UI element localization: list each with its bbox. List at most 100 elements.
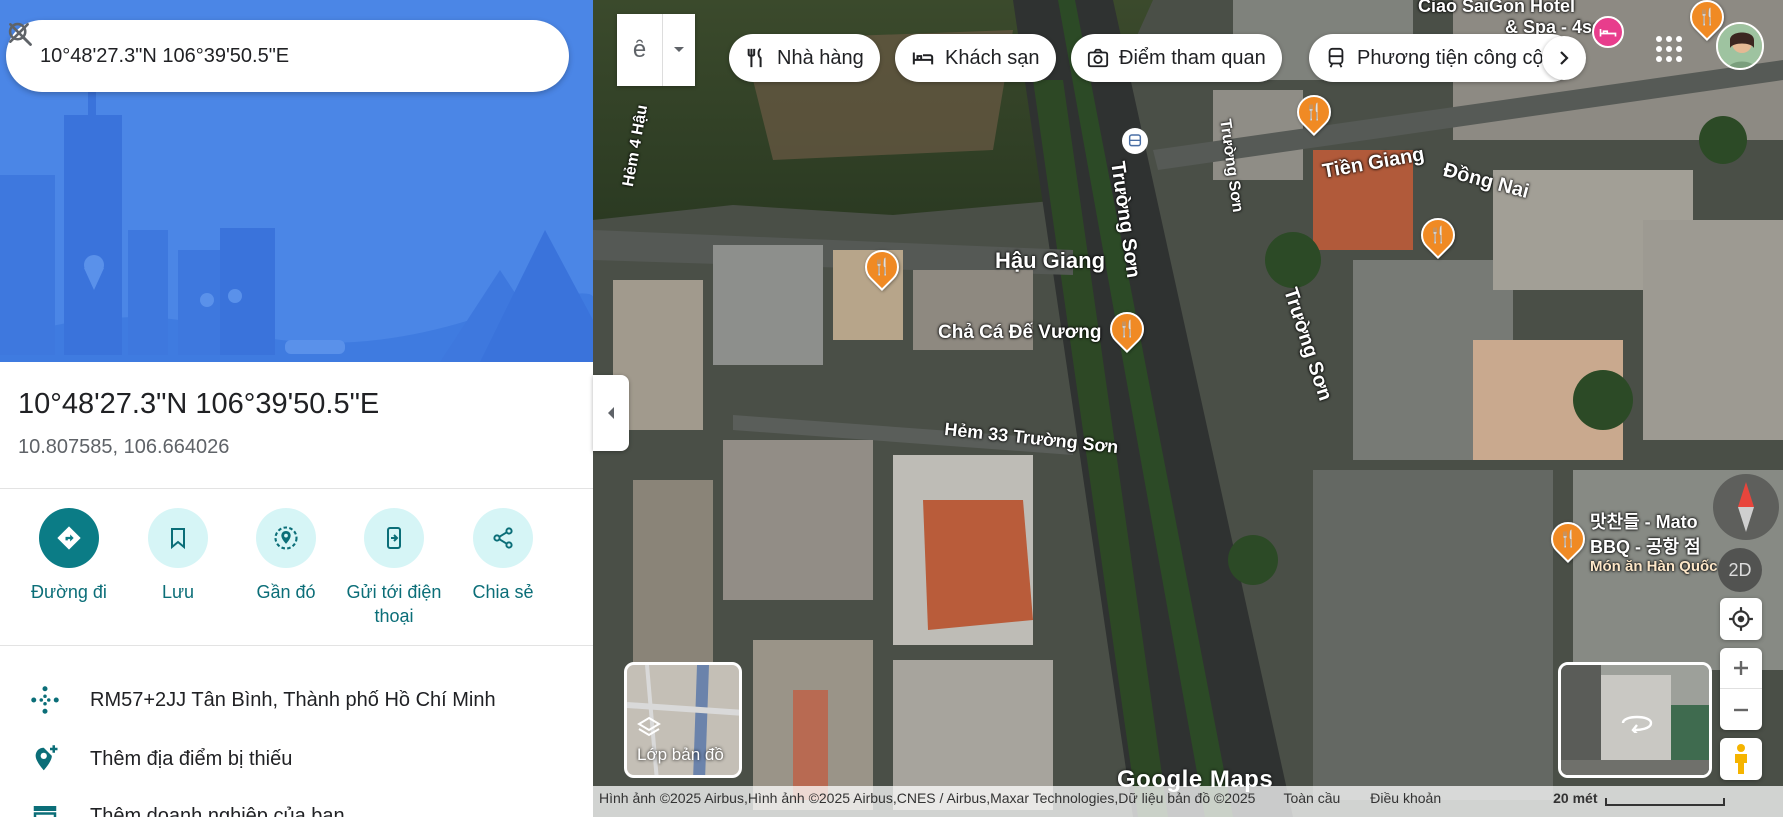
chip-restaurants[interactable]: Nhà hàng [729, 34, 880, 82]
chip-transit[interactable]: Phương tiện công cộng [1309, 34, 1575, 82]
scale-label[interactable]: 20 mét [1553, 790, 1597, 806]
fork-knife-icon: 🍴 [1558, 531, 1578, 549]
chevron-right-icon [1560, 51, 1569, 65]
tilt-toggle[interactable]: ȇ [617, 14, 695, 86]
fork-knife-icon: 🍴 [1117, 321, 1137, 339]
place-label-cha-ca: Chả Cá Đế Vương [938, 322, 1102, 343]
plus-icon [1734, 661, 1748, 675]
add-place-icon [35, 745, 58, 771]
street-label-hau-giang: Hậu Giang [995, 248, 1106, 273]
directions-icon [57, 526, 81, 550]
fork-knife-icon: 🍴 [1304, 104, 1324, 122]
my-location-button[interactable] [1720, 598, 1762, 640]
chip-hotels[interactable]: Khách sạn [895, 34, 1056, 82]
zoom-in-button[interactable] [1720, 648, 1762, 689]
chevron-left-icon [608, 407, 614, 419]
compass-button[interactable] [1713, 474, 1779, 540]
share-circle [473, 508, 533, 568]
save-circle [148, 508, 208, 568]
send-to-phone-button[interactable]: Gửi tới điện thoại [339, 508, 449, 628]
nearby-button[interactable]: Gần đó [231, 508, 341, 604]
pegman-icon [1735, 744, 1747, 774]
fork-knife-icon: 🍴 [1697, 9, 1717, 27]
my-location-icon [1729, 607, 1753, 631]
hero-illustration: 10°48'27.3"N 106°39'50.5"E [0, 0, 593, 362]
nearby-circle [256, 508, 316, 568]
search-button[interactable] [8, 22, 501, 84]
attribution-text: Hình ảnh ©2025 Airbus,Hình ảnh ©2025 Air… [599, 790, 1256, 806]
plus-code-text: RM57+2JJ Tân Bình, Thành phố Hồ Chí Minh [90, 688, 496, 711]
hotel-pin[interactable] [1592, 16, 1624, 48]
attribution-bar: Hình ảnh ©2025 Airbus,Hình ảnh ©2025 Air… [593, 786, 1783, 817]
place-coordinates: 10.807585, 106.664026 [18, 436, 230, 458]
chip-restaurants-label: Nhà hàng [777, 46, 864, 69]
search-input[interactable]: 10°48'27.3"N 106°39'50.5"E [6, 45, 445, 68]
collapse-panel-button[interactable] [593, 375, 629, 451]
divider [0, 645, 593, 646]
terms-link[interactable]: Điều khoản [1370, 790, 1441, 806]
share-label: Chia sẻ [472, 582, 534, 602]
fork-knife-icon: 🍴 [1428, 227, 1448, 245]
add-business-text: Thêm doanh nghiệp của bạn [90, 804, 345, 817]
tilt-dropdown[interactable] [663, 14, 695, 86]
caret-down-icon [674, 47, 684, 52]
directions-circle [39, 508, 99, 568]
global-link[interactable]: Toàn cầu [1283, 790, 1340, 806]
directions-label: Đường đi [31, 582, 107, 602]
share-button[interactable]: Chia sẻ [448, 508, 558, 604]
tilt-icon[interactable]: ȇ [617, 14, 663, 86]
chip-attractions[interactable]: Điểm tham quan [1071, 34, 1282, 82]
restaurant-icon [745, 47, 767, 69]
plus-code-row[interactable]: RM57+2JJ Tân Bình, Thành phố Hồ Chí Minh [0, 672, 593, 728]
nearby-label: Gần đó [256, 582, 316, 602]
camera-icon [1087, 47, 1109, 69]
zoom-out-button[interactable] [1720, 689, 1762, 730]
add-missing-place-text: Thêm địa điểm bị thiếu [90, 747, 293, 770]
place-label-hotel: Ciao SaiGon Hotel [1418, 0, 1576, 16]
add-place-icon-wrap [0, 744, 90, 774]
plus-code-icon [31, 686, 59, 714]
chip-hotels-label: Khách sạn [945, 46, 1040, 69]
add-business-row[interactable]: Thêm doanh nghiệp của bạn [0, 788, 593, 817]
divider [0, 488, 593, 489]
zoom-controls [1720, 648, 1762, 730]
send-to-phone-icon [387, 527, 401, 549]
2d-toggle-button[interactable]: 2D [1718, 548, 1762, 592]
rotate-360-icon [1621, 715, 1653, 733]
directions-button[interactable]: Đường đi [14, 508, 124, 604]
send-label: Gửi tới điện thoại [346, 582, 442, 626]
place-label-bbq-2: BBQ - 공항 점 [1590, 537, 1701, 557]
share-icon [493, 527, 513, 549]
close-icon [9, 23, 29, 43]
bed-icon [1599, 29, 1617, 37]
street-view-pegman[interactable] [1720, 738, 1762, 780]
account-avatar[interactable] [1716, 22, 1764, 70]
close-search-button[interactable] [9, 23, 557, 84]
place-panel: 10°48'27.3"N 106°39'50.5"E 10°48'27.3"N … [0, 0, 593, 817]
save-label: Lưu [161, 582, 195, 602]
layers-button[interactable]: Lớp bản đồ [624, 662, 742, 778]
scale-bar [1605, 798, 1726, 806]
place-label-bbq: 맛찬들 - Mato [1590, 512, 1698, 532]
hotel-icon [911, 47, 935, 69]
apps-grid-icon[interactable] [1654, 34, 1684, 64]
business-icon-wrap [0, 801, 90, 817]
minus-icon [1734, 708, 1748, 711]
bus-icon [1128, 134, 1142, 147]
street-view-thumbnail[interactable] [1558, 662, 1712, 778]
nearby-icon [274, 526, 298, 550]
bookmark-icon [171, 528, 185, 550]
layers-label: Lớp bản đồ [637, 745, 724, 764]
plus-code-icon-wrap [0, 685, 90, 715]
search-box[interactable]: 10°48'27.3"N 106°39'50.5"E [6, 20, 569, 92]
save-button[interactable]: Lưu [123, 508, 233, 604]
add-missing-place-row[interactable]: Thêm địa điểm bị thiếu [0, 731, 593, 787]
layers-icon [637, 716, 661, 737]
chips-next-button[interactable] [1542, 36, 1586, 80]
fork-knife-icon: 🍴 [872, 259, 892, 277]
bus-stop-marker[interactable] [1122, 128, 1148, 154]
place-title: 10°48'27.3"N 106°39'50.5"E [18, 388, 380, 420]
chip-attractions-label: Điểm tham quan [1119, 46, 1266, 69]
send-circle [364, 508, 424, 568]
tilt-glyph: ȇ [632, 36, 647, 63]
